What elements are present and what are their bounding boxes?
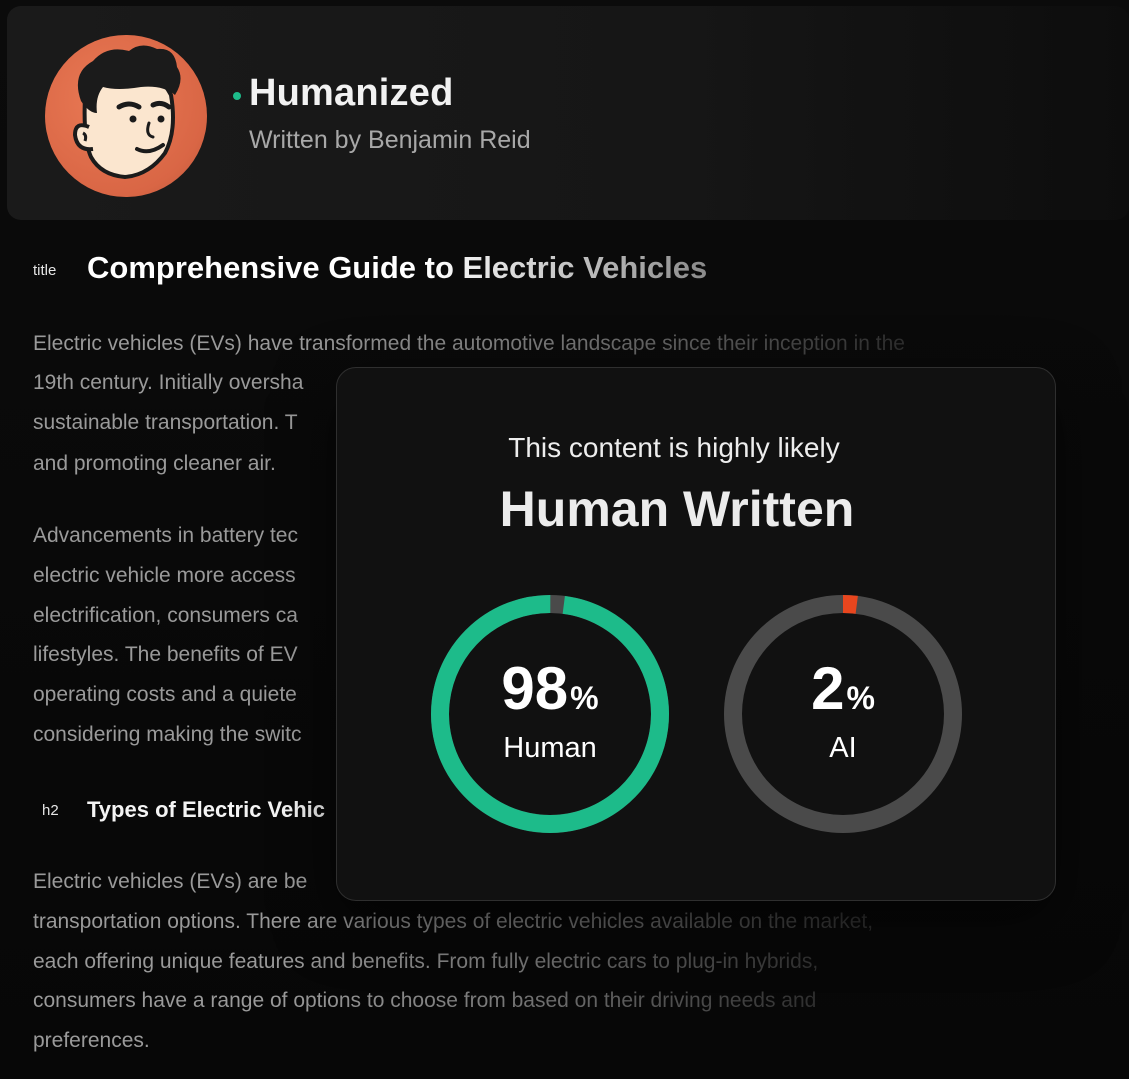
section-heading: Types of Electric Vehic	[87, 797, 326, 822]
page: Humanized Written by Benjamin Reid title…	[0, 0, 1129, 1079]
ai-score-gauge: 2% AI	[721, 592, 965, 836]
paragraph-line: consumers have a range of options to cho…	[33, 989, 817, 1012]
avatar-illustration	[72, 45, 181, 180]
paragraph-line: lifestyles. The benefits of EV	[33, 643, 298, 666]
author-byline: Written by Benjamin Reid	[249, 126, 531, 154]
status-label: Humanized	[249, 72, 454, 114]
ai-score-value: 2%	[811, 655, 875, 722]
status-dot-icon	[233, 92, 241, 100]
paragraph-line: considering making the switc	[33, 723, 302, 746]
author-header-card: Humanized Written by Benjamin Reid	[7, 6, 1129, 220]
paragraph-line: transportation options. There are variou…	[33, 910, 874, 933]
human-score-value: 98%	[501, 655, 599, 722]
paragraph-line: Electric vehicles (EVs) are be	[33, 870, 308, 893]
paragraph-line: electrification, consumers ca	[33, 604, 298, 627]
ai-score-label: AI	[829, 732, 857, 764]
paragraph-line: and promoting cleaner air.	[33, 452, 276, 475]
paragraph-line: sustainable transportation. T	[33, 411, 298, 434]
paragraph-line: electric vehicle more access	[33, 564, 296, 587]
avatar[interactable]	[45, 35, 207, 197]
paragraph-line: each offering unique features and benefi…	[33, 950, 819, 973]
paragraph-line: Electric vehicles (EVs) have transformed…	[33, 332, 905, 355]
human-score-label: Human	[503, 732, 597, 764]
verdict-heading: Human Written	[499, 481, 855, 537]
title-tag: title	[33, 262, 57, 279]
paragraph-line: 19th century. Initially oversha	[33, 371, 304, 394]
document-title: Comprehensive Guide to Electric Vehicles	[87, 250, 708, 285]
paragraph-line: preferences.	[33, 1029, 150, 1052]
paragraph-line: operating costs and a quiete	[33, 683, 297, 706]
human-score-gauge: 98% Human	[428, 592, 672, 836]
h2-tag: h2	[42, 802, 59, 819]
detection-result-card: This content is highly likely Human Writ…	[336, 367, 1056, 901]
likelihood-text: This content is highly likely	[508, 432, 840, 463]
paragraph-line: Advancements in battery tec	[33, 524, 298, 547]
